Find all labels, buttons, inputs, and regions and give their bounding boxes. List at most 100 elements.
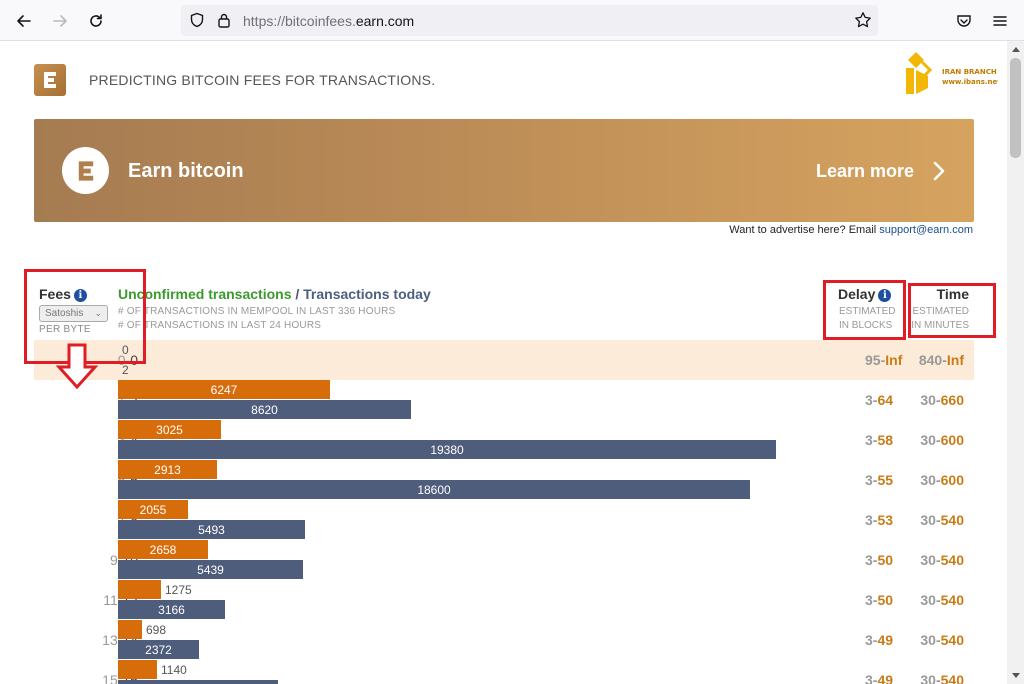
earn-logo[interactable]: [34, 64, 66, 96]
time-hi: Inf: [946, 352, 964, 368]
fee-lo: 15: [102, 672, 118, 684]
unconfirmed-value: 3025: [156, 423, 183, 437]
arrow-right-icon: [53, 15, 67, 27]
delay-value: 3-64: [865, 392, 893, 408]
delay-lo: 3: [865, 512, 873, 528]
fee-row[interactable]: 13-1469823723-4930-540: [34, 620, 974, 660]
time-hi: 600: [940, 472, 964, 488]
fee-row[interactable]: 15-16114047003-4930-540: [34, 660, 974, 684]
fee-row[interactable]: 9-10265854393-5030-540: [34, 540, 974, 580]
svg-text:IRAN BRANCH: IRAN BRANCH: [942, 68, 997, 76]
delay-value: 95-Inf: [865, 352, 902, 368]
reload-icon: [90, 14, 102, 27]
menu-button[interactable]: [987, 8, 1013, 34]
delay-hi: 55: [877, 472, 894, 488]
back-button[interactable]: [11, 8, 37, 34]
time-value: 30-660: [920, 392, 964, 408]
unconfirmed-bar: [118, 620, 142, 639]
delay-lo: 3: [865, 432, 873, 448]
delay-hi: Inf: [885, 352, 903, 368]
today-value: 5439: [197, 563, 224, 577]
delay-lo: 3: [865, 672, 873, 684]
header-separator: /: [291, 286, 304, 302]
unconfirmed-value: 1140: [161, 663, 187, 677]
today-label: Transactions today: [303, 286, 431, 302]
fee-row[interactable]: 0-0 0 2 95-Inf 840-Inf: [34, 340, 974, 380]
delay-hi: 50: [877, 592, 894, 608]
time-hi: 540: [940, 632, 964, 648]
unconfirmed-value: 6247: [210, 383, 238, 397]
fee-lo: 9: [109, 552, 118, 568]
today-value: 8620: [251, 403, 278, 417]
pocket-button[interactable]: [951, 8, 977, 34]
fee-row[interactable]: 3-43025193803-5830-600: [34, 420, 974, 460]
time-hi: 540: [940, 552, 964, 568]
url-text[interactable]: https://bitcoinfees.earn.com: [243, 13, 414, 29]
time-lo: 30: [920, 472, 936, 488]
chevron-right-icon[interactable]: [932, 160, 946, 182]
time-hi: 540: [940, 512, 964, 528]
today-subtitle: # OF TRANSACTIONS IN LAST 24 HOURS: [118, 320, 322, 331]
url-prefix: https://bitcoinfees.: [243, 13, 356, 29]
time-value: 30-540: [920, 632, 964, 648]
support-email-link[interactable]: support@earn.com: [879, 224, 973, 236]
earn-bitcoin-banner[interactable]: Earn bitcoin Learn more: [34, 119, 974, 222]
advertise-notice: Want to advertise here? Email support@ea…: [729, 224, 973, 236]
delay-hi: 50: [877, 552, 894, 568]
reload-button[interactable]: [83, 8, 109, 34]
bookmark-star-icon[interactable]: [854, 11, 872, 29]
iran-branch-watermark-logo: IRAN BRANCH www.ibans.net: [902, 46, 1001, 100]
unconfirmed-value: 2658: [149, 543, 177, 557]
time-lo: 30: [920, 632, 936, 648]
pocket-icon: [957, 15, 971, 27]
time-value: 30-540: [920, 512, 964, 528]
svg-text:www.ibans.net: www.ibans.net: [942, 78, 998, 86]
time-lo: 30: [920, 672, 936, 684]
fee-row[interactable]: 5-62913186003-5530-600: [34, 460, 974, 500]
fee-row[interactable]: 11-12127531663-5030-540: [34, 580, 974, 620]
hamburger-menu-icon: [993, 16, 1007, 26]
shield-icon[interactable]: [189, 12, 205, 28]
delay-lo: 3: [865, 552, 873, 568]
time-annotation-box: [908, 283, 996, 338]
unconfirmed-value: 1275: [165, 583, 192, 597]
delay-lo: 95: [865, 352, 881, 368]
delay-hi: 58: [877, 432, 894, 448]
fee-row[interactable]: 7-8205554933-5330-540: [34, 500, 974, 540]
time-lo: 840: [918, 352, 943, 368]
forward-button[interactable]: [47, 8, 73, 34]
time-value: 840-Inf: [919, 352, 964, 368]
url-host: earn.com: [355, 13, 415, 29]
delay-value: 3-55: [865, 472, 893, 488]
delay-value: 3-50: [865, 552, 893, 568]
scroll-thumb[interactable]: [1010, 58, 1021, 158]
time-value: 30-600: [920, 432, 964, 448]
delay-hi: 64: [877, 392, 894, 408]
time-hi: 540: [940, 592, 964, 608]
delay-annotation-box: [823, 280, 906, 340]
learn-more-link[interactable]: Learn more: [816, 161, 914, 182]
unconfirmed-bar: [118, 580, 161, 599]
lock-icon[interactable]: [217, 12, 231, 28]
scroll-up-button[interactable]: [1007, 41, 1024, 58]
page-scrollbar[interactable]: [1007, 41, 1024, 684]
delay-lo: 3: [865, 472, 873, 488]
fee-row[interactable]: 1-2624786203-6430-660: [34, 380, 974, 420]
delay-value: 3-50: [865, 592, 893, 608]
unconfirmed-value: 2055: [139, 503, 167, 517]
time-lo: 30: [920, 512, 936, 528]
unconfirmed-value: 2913: [154, 463, 181, 477]
transactions-header: Unconfirmed transactions / Transactions …: [118, 286, 431, 302]
address-bar[interactable]: https://bitcoinfees.earn.com: [181, 5, 878, 36]
advert-text: Want to advertise here? Email: [729, 224, 880, 236]
delay-value: 3-53: [865, 512, 893, 528]
time-value: 30-600: [920, 472, 964, 488]
today-value: 5493: [198, 523, 225, 537]
time-value: 30-540: [920, 552, 964, 568]
earn-e-icon: [78, 160, 93, 181]
today-value: 2372: [145, 643, 172, 657]
today-value: 18600: [417, 483, 451, 497]
scroll-down-button[interactable]: [1007, 667, 1024, 684]
fee-lo: 13: [102, 632, 118, 648]
down-arrow-annotation-icon: [55, 343, 99, 390]
